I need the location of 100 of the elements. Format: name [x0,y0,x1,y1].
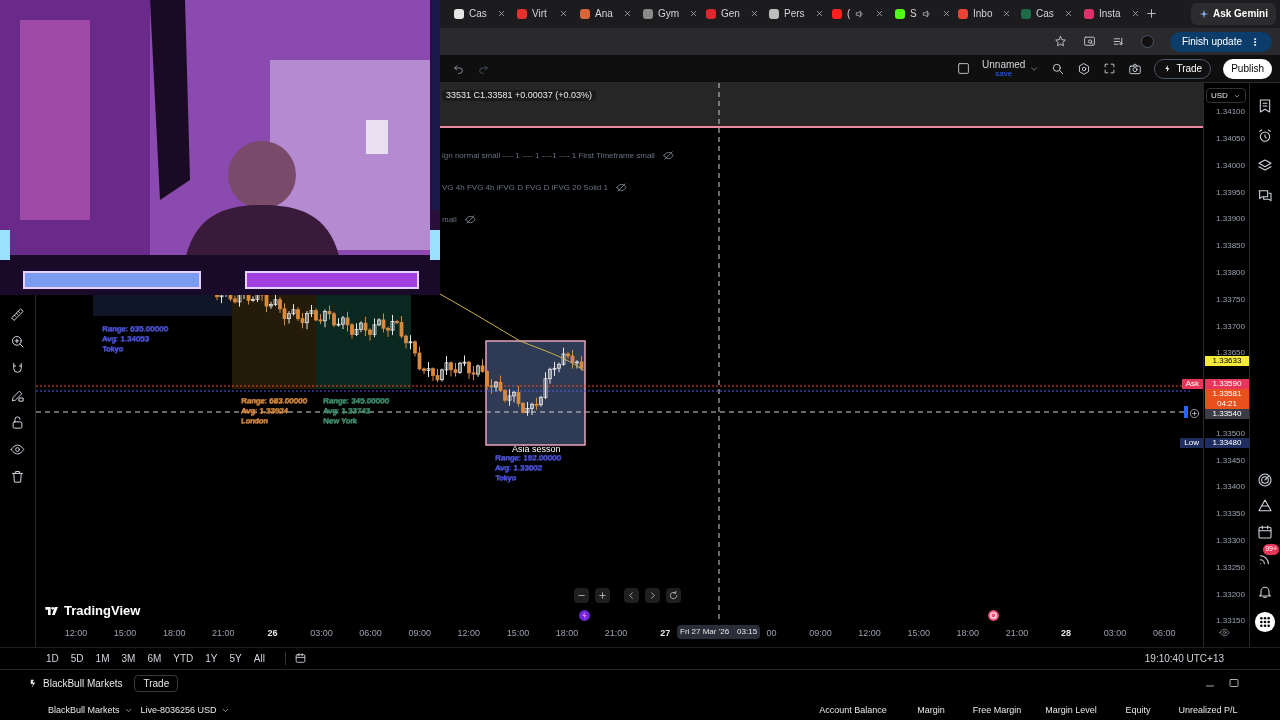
zoom-in-icon[interactable] [10,334,25,350]
indicator-label[interactable]: ign normal small ---- 1 ---- 1 ----1 ---- 1 First Timeframe small [442,150,655,161]
session-range: Range: 635.00000 [102,324,168,335]
range-button[interactable]: 1M [95,651,110,667]
account-dropdown[interactable]: BlackBull Markets [48,704,133,718]
undo-icon[interactable] [452,62,465,76]
close-icon[interactable] [1130,9,1140,19]
zoom-in-icon[interactable] [597,590,608,602]
price-label: 1.34050 [1216,133,1245,145]
close-icon[interactable] [814,9,824,19]
plus-circle-icon[interactable] [1189,407,1200,419]
browser-tab[interactable]: Cas [1015,2,1078,25]
layout-square-icon[interactable] [957,62,971,76]
browser-tab[interactable]: Ana [574,2,637,25]
search-page-icon[interactable] [1082,35,1096,49]
session-name: New York [323,416,358,427]
indicator-label[interactable]: mall [442,214,457,225]
currency-dropdown[interactable]: USD [1206,88,1246,104]
price-label: 1.33700 [1216,320,1245,333]
close-icon[interactable] [559,9,568,19]
time-label: 09:00 [809,627,832,641]
save-label: save [995,69,1013,78]
publish-button[interactable]: Publish [1223,58,1272,79]
plus-icon[interactable] [1145,7,1158,21]
range-button[interactable]: 1Y [205,651,218,667]
alarm-clock-icon[interactable] [1257,128,1273,145]
session-range: Range: 345.00000 [323,396,389,407]
browser-tab[interactable]: ( [826,2,889,25]
pencil-lock-icon[interactable] [10,388,25,404]
calendar-range-icon[interactable] [293,652,307,666]
maximize-icon[interactable] [1228,677,1240,689]
time-label: 28 [1061,627,1071,641]
time-label: 21:00 [604,627,628,641]
indicator-label[interactable]: VG 4h FVG 4h iFVG D FVG D iFVG 20 Solid 1 [442,182,608,193]
speaker-icon[interactable] [855,8,866,19]
price-label: 1.33900 [1216,213,1245,226]
ask-gemini-button[interactable]: Ask Gemini [1190,2,1276,25]
settings-icon[interactable] [1077,61,1092,76]
close-icon[interactable] [496,9,506,19]
close-icon[interactable] [689,9,699,19]
ruler-icon[interactable] [10,307,25,323]
browser-tab[interactable]: Inbo [952,2,1015,25]
trash-icon[interactable] [10,469,25,485]
time-label: 06:00 [359,627,382,641]
browser-tab[interactable]: S [889,2,952,25]
calendar-icon[interactable] [1257,524,1273,541]
price-label: 1.33800 [1216,267,1245,279]
time-label: 12:00 [64,627,88,641]
session-name: London [241,416,269,427]
price-tag-label: Ask [1181,378,1203,389]
finish-update-button[interactable]: Finish update [1169,31,1272,52]
eye-settings-icon[interactable] [1219,627,1230,639]
range-button[interactable]: All [253,651,265,667]
range-button[interactable]: 6M [147,651,162,667]
close-icon[interactable] [1002,9,1012,19]
browser-tab[interactable]: Pers [763,2,826,25]
browser-tab[interactable]: Gym [637,2,700,25]
eye-crossed-icon[interactable] [662,150,674,162]
time-label: 12:00 [858,627,881,641]
star-icon[interactable] [1053,35,1067,49]
bell-icon[interactable] [1257,584,1273,601]
lock-icon[interactable] [10,415,25,431]
speaker-icon[interactable] [921,8,932,19]
close-icon[interactable] [941,9,951,19]
price-label: 1.33350 [1216,508,1245,521]
price-tag-label: Low [1180,437,1203,448]
eye-crossed-icon[interactable] [615,182,627,194]
close-icon[interactable] [875,9,885,19]
browser-tab[interactable]: Cas [448,2,511,25]
close-icon[interactable] [1063,9,1073,19]
eye-crossed-icon[interactable] [464,214,476,226]
price-label: 1.33650 [1216,347,1245,358]
target-icon[interactable] [1257,472,1273,489]
browser-tab[interactable]: Virt [511,2,574,25]
browser-tab[interactable]: Insta [1078,2,1141,25]
browser-tab[interactable]: Gen [700,2,763,25]
range-button[interactable]: 3M [121,651,136,667]
layout-name[interactable]: Unnamed [982,59,1026,70]
range-button[interactable]: 5D [70,651,84,667]
reset-icon[interactable] [668,590,679,602]
watchlist-icon[interactable] [1257,98,1273,115]
apps-grid-icon[interactable] [1254,611,1276,634]
range-button[interactable]: 5Y [229,651,242,667]
live-account-dropdown[interactable]: Live-8036256 USD [140,704,230,718]
fullscreen-icon[interactable] [1103,62,1117,76]
trade-button[interactable]: Trade [134,674,179,692]
price-label: 1.33850 [1216,240,1245,253]
lightning-marker-icon[interactable] [578,609,591,623]
search-icon[interactable] [1051,61,1066,76]
price-label: 1.33150 [1216,615,1245,628]
time-label: 18:00 [956,627,980,641]
range-button[interactable]: YTD [173,651,194,667]
eye-icon[interactable] [10,442,25,458]
price-tag: 1.33581 04:21 [1205,388,1249,409]
close-icon[interactable] [622,9,632,19]
column-header: Account Balance [818,704,888,717]
range-button[interactable]: 1D [46,651,59,667]
camera-icon[interactable] [1128,61,1143,76]
close-icon[interactable] [749,9,759,19]
event-marker-icon[interactable] [987,609,1000,623]
